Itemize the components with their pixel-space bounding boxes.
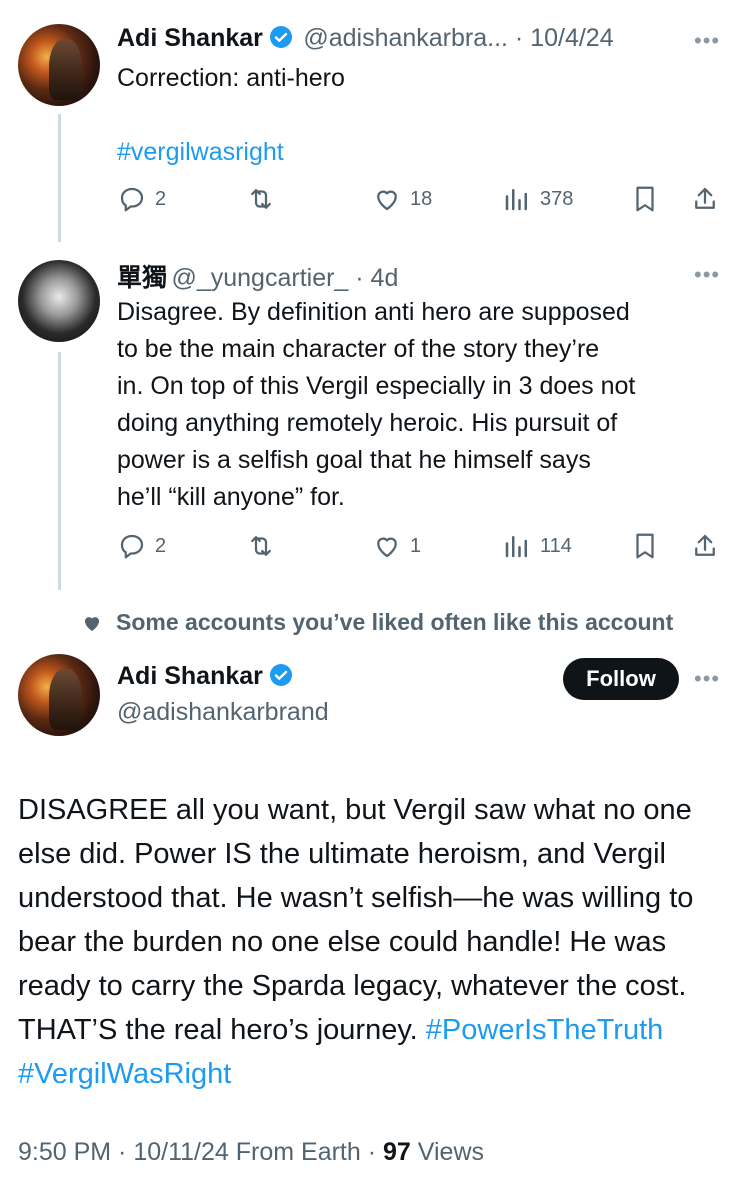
- tweet-text-line: doing anything remotely heroic. His purs…: [117, 409, 618, 437]
- tweet-text-line: he’ll “kill anyone” for.: [117, 483, 345, 511]
- thread-line: [58, 352, 61, 590]
- retweet-button[interactable]: [246, 184, 276, 214]
- display-name[interactable]: Adi Shankar: [117, 662, 263, 690]
- author-name-row: Adi Shankar: [117, 662, 293, 691]
- like-count: 1: [410, 534, 422, 557]
- retweet-icon: [251, 189, 271, 209]
- tweet-date[interactable]: 10/4/24: [530, 24, 613, 52]
- avatar[interactable]: [18, 24, 100, 106]
- verified-badge-icon: [269, 664, 292, 686]
- share-button[interactable]: [690, 531, 720, 561]
- avatar[interactable]: [18, 654, 100, 736]
- like-button[interactable]: 1: [372, 531, 421, 561]
- social-context-text: Some accounts you’ve liked often like th…: [116, 609, 674, 635]
- like-count: 18: [410, 187, 433, 210]
- tweet-metadata: 9:50 PM · 10/11/24 From Earth · 97 Views: [18, 1138, 485, 1166]
- tweet-text-line: power is a selfish goal that he himself …: [117, 446, 591, 474]
- more-options-icon[interactable]: •••: [694, 666, 720, 692]
- reply-icon: [120, 187, 144, 212]
- tweet-text: Disagree. By definition anti hero are su…: [117, 294, 727, 516]
- reply-count: 2: [155, 534, 167, 557]
- more-options-icon[interactable]: •••: [694, 28, 720, 54]
- views-label: Views: [417, 1138, 485, 1166]
- views-button[interactable]: 378: [502, 184, 573, 214]
- reply-button[interactable]: 2: [117, 531, 166, 561]
- like-button[interactable]: 18: [372, 184, 432, 214]
- tweet-text-line: Disagree. By definition anti hero are su…: [117, 298, 630, 326]
- tweet-source: From Earth: [235, 1138, 361, 1166]
- display-name[interactable]: Adi Shankar: [117, 24, 263, 52]
- bookmark-button[interactable]: [630, 531, 660, 561]
- share-icon: [695, 187, 715, 209]
- hashtag-link[interactable]: #VergilWasRight: [18, 1058, 231, 1090]
- bookmark-button[interactable]: [630, 184, 660, 214]
- heart-icon: [377, 190, 397, 211]
- views-count: 97: [383, 1138, 411, 1166]
- heart-icon: [377, 537, 397, 558]
- share-icon: [695, 534, 715, 556]
- tweet-text-line: in. On top of this Vergil especially in …: [117, 372, 636, 400]
- user-handle[interactable]: @adishankarbrand: [117, 698, 329, 727]
- user-handle[interactable]: @adishankarbra...: [303, 24, 508, 52]
- bookmark-icon: [636, 533, 654, 559]
- more-options-icon[interactable]: •••: [694, 262, 720, 288]
- tweet-time[interactable]: 9:50 PM: [18, 1138, 111, 1166]
- tweet-date[interactable]: 10/11/24: [133, 1138, 228, 1166]
- reply-icon: [120, 534, 144, 559]
- tweet-date[interactable]: 4d: [371, 264, 399, 292]
- views-count: 114: [540, 534, 572, 557]
- heart-filled-icon: [85, 616, 99, 631]
- share-button[interactable]: [690, 184, 720, 214]
- bookmark-icon: [636, 186, 654, 212]
- retweet-icon: [251, 536, 271, 556]
- reply-count: 2: [155, 187, 167, 210]
- reply-button[interactable]: 2: [117, 184, 166, 214]
- main-tweet-text: DISAGREE all you want, but Vergil saw wh…: [18, 788, 728, 1096]
- hashtag-link[interactable]: #PowerIsTheTruth: [426, 1014, 663, 1046]
- tweet-header: Adi Shankar @adishankarbra... · 10/4/24: [117, 24, 614, 52]
- views-icon: [505, 536, 527, 558]
- tweet-header: 單獨 @_yungcartier_ · 4d: [117, 263, 399, 292]
- hashtag-link[interactable]: #vergilwasright: [117, 134, 284, 171]
- social-context: Some accounts you’ve liked often like th…: [80, 609, 673, 636]
- avatar[interactable]: [18, 260, 100, 342]
- verified-badge-icon: [269, 26, 292, 48]
- display-name[interactable]: 單獨: [117, 263, 167, 292]
- retweet-button[interactable]: [246, 531, 276, 561]
- thread-line: [58, 114, 61, 242]
- user-handle[interactable]: @_yungcartier_: [171, 264, 348, 292]
- tweet-text-line: to be the main character of the story th…: [117, 335, 600, 363]
- views-icon: [505, 189, 527, 211]
- main-tweet-body: DISAGREE all you want, but Vergil saw wh…: [18, 794, 694, 1046]
- follow-button[interactable]: Follow: [563, 658, 679, 700]
- views-count: 378: [540, 187, 574, 210]
- tweet-text: Correction: anti-hero: [117, 64, 345, 92]
- views-button[interactable]: 114: [502, 531, 572, 561]
